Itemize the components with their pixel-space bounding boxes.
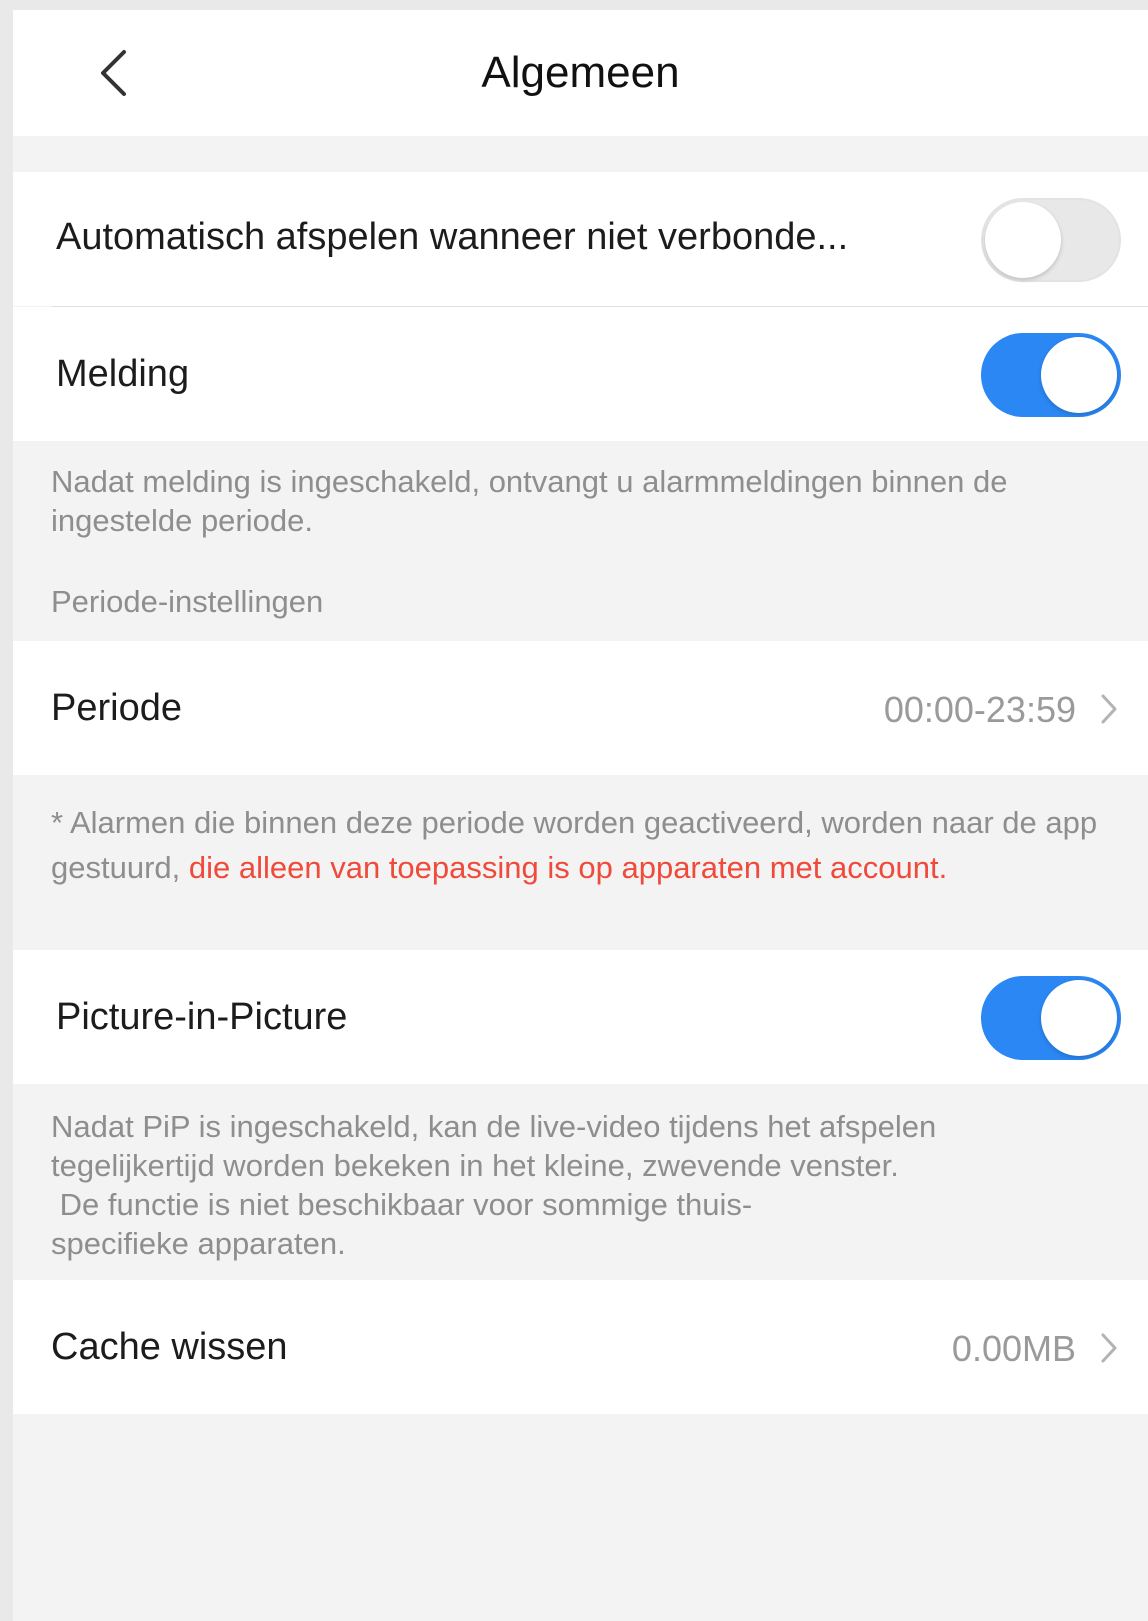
clear-cache-label: Cache wissen bbox=[51, 1326, 288, 1368]
toggle-knob bbox=[1041, 980, 1117, 1056]
autoplay-row: Automatisch afspelen wanneer niet verbon… bbox=[13, 172, 1148, 306]
clear-cache-row[interactable]: Cache wissen 0.00MB bbox=[13, 1280, 1148, 1414]
chevron-right-icon bbox=[1101, 1333, 1117, 1363]
pip-note-line: Nadat PiP is ingeschakeld, kan de live-v… bbox=[51, 1109, 937, 1144]
notification-note: Nadat melding is ingeschakeld, ontvangt … bbox=[51, 464, 1008, 538]
navigation-bar: Algemeen bbox=[13, 10, 1148, 136]
pip-note-line: De functie is niet beschikbaar voor somm… bbox=[51, 1187, 753, 1222]
pip-note-line: specifieke apparaten. bbox=[51, 1226, 346, 1261]
page-title: Algemeen bbox=[481, 48, 680, 97]
notification-label: Melding bbox=[56, 353, 190, 395]
autoplay-label: Automatisch afspelen wanneer niet verbon… bbox=[56, 216, 849, 258]
period-value: 00:00-23:59 bbox=[883, 689, 1076, 730]
period-row[interactable]: Periode 00:00-23:59 bbox=[13, 641, 1148, 775]
settings-screen: Algemeen Automatisch afspelen wanneer ni… bbox=[13, 10, 1148, 1621]
pip-note-line: tegelijkertijd worden bekeken in het kle… bbox=[51, 1148, 899, 1183]
period-note: * Alarmen die binnen deze periode worden… bbox=[51, 800, 1121, 890]
autoplay-toggle[interactable] bbox=[981, 198, 1121, 282]
cache-size-value: 0.00MB bbox=[951, 1328, 1076, 1369]
chevron-right-icon bbox=[1101, 694, 1117, 724]
toggle-knob bbox=[1041, 337, 1117, 413]
pip-label: Picture-in-Picture bbox=[56, 996, 348, 1038]
notification-row: Melding bbox=[13, 307, 1148, 441]
period-note-warning: die alleen van toepassing is op apparate… bbox=[188, 850, 948, 885]
toggle-knob bbox=[985, 202, 1061, 278]
period-label: Periode bbox=[51, 687, 182, 729]
notification-toggle[interactable] bbox=[981, 333, 1121, 417]
period-section-header: Periode-instellingen bbox=[51, 584, 324, 619]
pip-note: Nadat PiP is ingeschakeld, kan de live-v… bbox=[51, 1107, 1121, 1263]
pip-row: Picture-in-Picture bbox=[13, 950, 1148, 1084]
pip-toggle[interactable] bbox=[981, 976, 1121, 1060]
